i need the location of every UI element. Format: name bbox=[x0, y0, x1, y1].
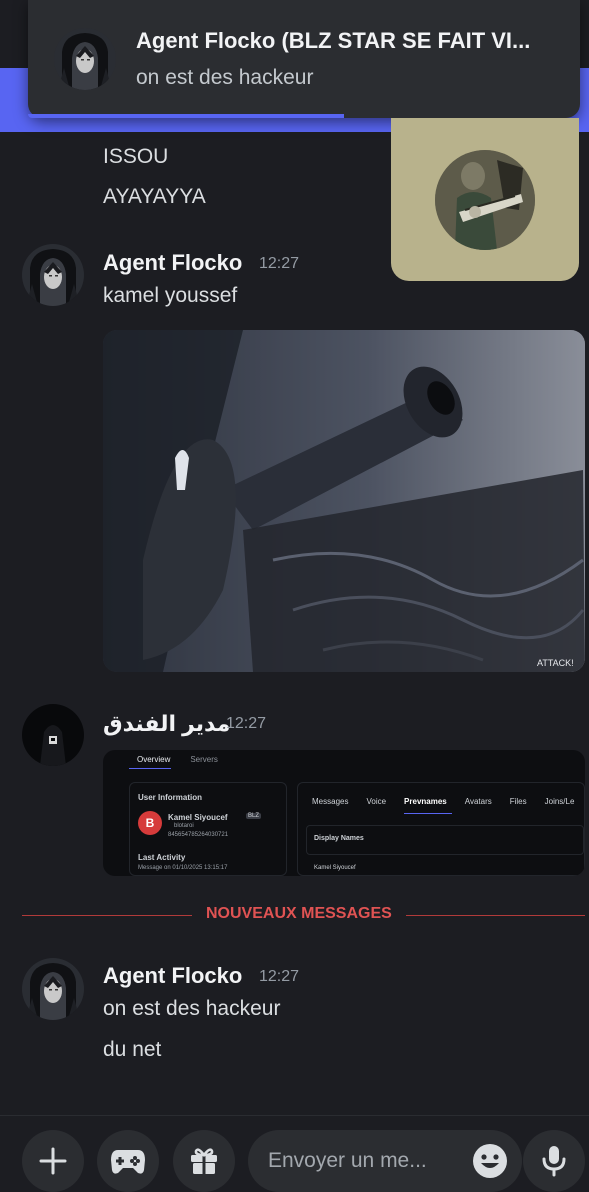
message-text: on est des hackeur bbox=[103, 997, 281, 1020]
message-timestamp: 12:27 bbox=[259, 255, 300, 272]
screenshot-last-activity-value: Message on 01/10/2025 13:15:17 bbox=[138, 865, 228, 871]
gif-watermark: ATTACK! bbox=[537, 658, 574, 668]
message-line: AYAYAYYA bbox=[103, 185, 206, 208]
message-line: ISSOU bbox=[103, 145, 169, 168]
screenshot-badge: BLZ bbox=[246, 813, 262, 819]
microphone-icon bbox=[542, 1146, 566, 1177]
message-author[interactable]: Agent Flocko bbox=[103, 250, 242, 276]
voice-pip-tile[interactable] bbox=[391, 118, 579, 281]
new-messages-label: NOUVEAUX MESSAGES bbox=[192, 905, 406, 923]
notification-progress-bar bbox=[28, 114, 344, 118]
composer-separator bbox=[0, 1115, 589, 1116]
screenshot-activity-panel: Messages Voice Prevnames Avatars Files J… bbox=[297, 782, 585, 876]
message-author[interactable]: مدير الفندق bbox=[103, 711, 230, 737]
screenshot-user-id: 845654785264030721 bbox=[168, 832, 229, 838]
activities-button[interactable] bbox=[97, 1130, 159, 1192]
screenshot-tab: Voice bbox=[366, 797, 387, 806]
screenshot-tab: Files bbox=[509, 797, 527, 806]
author-avatar[interactable] bbox=[22, 244, 84, 306]
gamepad-icon bbox=[111, 1150, 145, 1174]
screenshot-section-title: User Information bbox=[138, 793, 203, 802]
author-avatar[interactable] bbox=[22, 704, 84, 766]
screenshot-user-avatar: B bbox=[138, 811, 162, 835]
plus-icon bbox=[39, 1147, 67, 1175]
screenshot-user-card: User Information B Kamel Siyoucef BLZ bl… bbox=[129, 782, 287, 876]
screenshot-tab-overview: Overview bbox=[137, 755, 171, 764]
screenshot-tab: Prevnames bbox=[404, 797, 447, 806]
screenshot-tab: Messages bbox=[312, 797, 349, 806]
message-timestamp: 12:27 bbox=[226, 715, 267, 732]
message-author[interactable]: Agent Flocko bbox=[103, 963, 242, 989]
screenshot-display-names-label: Display Names bbox=[314, 835, 364, 842]
author-avatar[interactable] bbox=[22, 958, 84, 1020]
screenshot-last-activity-label: Last Activity bbox=[138, 853, 186, 862]
notification-text: on est des hackeur bbox=[136, 66, 314, 89]
message-input-container[interactable] bbox=[248, 1130, 522, 1192]
screenshot-active-tab-underline bbox=[404, 813, 452, 814]
message-text: kamel youssef bbox=[103, 284, 238, 307]
gif-attachment[interactable]: ATTACK! bbox=[103, 330, 585, 672]
message-notification[interactable]: Agent Flocko (BLZ STAR SE FAIT VI... on … bbox=[28, 0, 580, 118]
screenshot-tab: Avatars bbox=[464, 797, 492, 806]
emoji-button[interactable] bbox=[472, 1143, 508, 1184]
message-text: du net bbox=[103, 1038, 162, 1061]
image-attachment[interactable]: Overview Servers User Information B Kame… bbox=[103, 750, 585, 876]
message-input[interactable] bbox=[268, 1149, 448, 1173]
notification-title: Agent Flocko (BLZ STAR SE FAIT VI... bbox=[136, 28, 531, 53]
screenshot-tab: Joins/Le bbox=[544, 797, 575, 806]
notification-avatar bbox=[54, 28, 116, 90]
message-timestamp: 12:27 bbox=[259, 968, 300, 985]
emoji-icon bbox=[473, 1144, 507, 1178]
gift-icon bbox=[191, 1148, 217, 1174]
screenshot-tab-servers: Servers bbox=[190, 755, 218, 764]
add-attachment-button[interactable] bbox=[22, 1130, 84, 1192]
screenshot-handle: blotaroi bbox=[174, 823, 194, 829]
pip-avatar bbox=[435, 149, 535, 250]
screenshot-display-name: Kamel Siyoucef bbox=[314, 865, 356, 871]
gift-button[interactable] bbox=[173, 1130, 235, 1192]
voice-message-button[interactable] bbox=[523, 1130, 585, 1192]
screenshot-user-name: Kamel Siyoucef bbox=[168, 813, 228, 822]
screenshot-tab-underline bbox=[129, 768, 171, 769]
